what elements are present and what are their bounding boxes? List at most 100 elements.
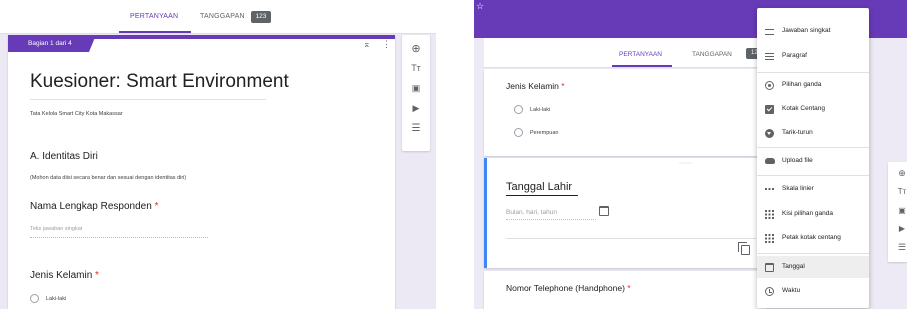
dropdown-icon: [764, 128, 775, 139]
menu-divider: [757, 253, 869, 254]
option-label[interactable]: Perempuan: [530, 130, 558, 136]
menu-item-dropdown[interactable]: Tarik-turun: [757, 122, 869, 144]
option-label[interactable]: Laki-laki: [530, 107, 550, 113]
add-question-icon[interactable]: ⊕: [888, 168, 907, 179]
question-title[interactable]: Nomor Telephone (Handphone): [506, 283, 625, 293]
required-mark: *: [95, 270, 99, 281]
required-mark: *: [627, 283, 631, 293]
menu-item-label: Kotak Centang: [782, 105, 826, 112]
question-card-birthdate[interactable]: ⋯⋯ Tanggal Lahir Bulan, hari, tahun: [484, 158, 767, 268]
menu-item-label: Petak kotak centang: [782, 234, 841, 241]
menu-item-multiple-choice[interactable]: Pilihan ganda: [757, 74, 869, 96]
responses-count-badge: 123: [251, 11, 271, 23]
radio-option[interactable]: [30, 294, 39, 303]
more-options-icon[interactable]: ⋮: [382, 39, 391, 50]
menu-item-label: Paragraf: [782, 52, 807, 59]
radio-option[interactable]: [514, 128, 523, 137]
menu-item-label: Tanggal: [782, 263, 805, 270]
menu-divider: [757, 147, 869, 148]
date-icon: [764, 262, 775, 273]
form-description[interactable]: Tata Kelola Smart City Kota Makassar: [30, 111, 123, 117]
add-video-icon[interactable]: ▶: [888, 224, 907, 233]
duplicate-icon[interactable]: [738, 242, 750, 255]
option-label[interactable]: Laki-laki: [46, 296, 66, 302]
question-name: Nama Lengkap Responden *: [30, 201, 158, 212]
form-card: Bagian 1 dari 4 ⌅ ⋮ Kuesioner: Smart Env…: [8, 35, 395, 309]
star-icon[interactable]: ☆: [476, 1, 484, 12]
left-tab-bar: PERTANYAAN TANGGAPAN 123: [0, 0, 436, 34]
linear-scale-icon: [764, 184, 775, 195]
question-title[interactable]: Tanggal Lahir: [506, 181, 572, 193]
radio-icon: [764, 80, 775, 91]
question-type-menu: Jawaban singkat Paragraf Pilihan ganda K…: [757, 8, 869, 308]
tab-responses[interactable]: TANGGAPAN: [692, 51, 732, 58]
menu-item-label: Upload file: [782, 157, 813, 164]
calendar-icon: [599, 206, 609, 216]
question-toolbar: ⊕ Tт ▣ ▶ ☰: [888, 162, 907, 262]
active-tab-indicator: [119, 31, 191, 33]
title-underline: [30, 99, 266, 100]
section-description[interactable]: (Mohon data diisi secara benar dan sesua…: [30, 175, 186, 181]
question-toolbar: ⊕ Tт ▣ ▶ ☰: [402, 35, 430, 151]
required-mark: *: [561, 81, 565, 91]
left-screenshot: PERTANYAAN TANGGAPAN 123 Bagian 1 dari 4…: [0, 0, 436, 309]
tab-questions[interactable]: PERTANYAAN: [619, 51, 662, 58]
question-title[interactable]: Jenis Kelamin: [30, 270, 92, 281]
add-title-icon[interactable]: Tт: [402, 63, 430, 73]
collapse-section-icon[interactable]: ⌅: [363, 39, 371, 50]
question-phone: Nomor Telephone (Handphone) *: [506, 283, 631, 293]
add-image-icon[interactable]: ▣: [402, 83, 430, 94]
menu-item-time[interactable]: Waktu: [757, 280, 869, 302]
menu-item-label: Tarik-turun: [782, 129, 813, 136]
active-question-bar: [484, 158, 487, 268]
menu-item-label: Waktu: [782, 287, 801, 294]
right-screenshot: ☆ PERTANYAAN TANGGAPAN 123 Jenis Kelamin…: [474, 0, 907, 309]
section-chip: Bagian 1 dari 4: [8, 35, 96, 52]
drag-handle-icon[interactable]: ⋯⋯: [679, 160, 693, 167]
card-divider: [506, 238, 756, 239]
menu-item-label: Kisi pilihan ganda: [782, 210, 833, 217]
add-question-icon[interactable]: ⊕: [402, 42, 430, 55]
radio-option[interactable]: [514, 105, 523, 114]
menu-item-multiple-choice-grid[interactable]: Kisi pilihan ganda: [757, 203, 869, 225]
active-tab-indicator: [612, 65, 672, 67]
question-gender: Jenis Kelamin *: [30, 270, 99, 281]
form-title[interactable]: Kuesioner: Smart Environment: [30, 71, 289, 93]
add-section-icon[interactable]: ☰: [402, 123, 430, 134]
menu-item-file-upload[interactable]: Upload file: [757, 150, 869, 172]
right-tab-bar: PERTANYAAN TANGGAPAN 123: [484, 38, 767, 68]
upload-icon: [764, 156, 775, 167]
menu-item-checkbox-grid[interactable]: Petak kotak centang: [757, 227, 869, 249]
question-card-phone[interactable]: Nomor Telephone (Handphone) *: [484, 271, 767, 309]
checkbox-grid-icon: [764, 233, 775, 244]
add-video-icon[interactable]: ▶: [402, 103, 430, 114]
short-answer-icon: [764, 26, 775, 37]
title-underline: [506, 195, 578, 196]
question-title[interactable]: Nama Lengkap Responden: [30, 201, 152, 212]
menu-item-date[interactable]: Tanggal: [757, 256, 869, 278]
date-line: [506, 219, 596, 220]
time-icon: [764, 286, 775, 297]
menu-item-linear-scale[interactable]: Skala linier: [757, 178, 869, 200]
menu-item-paragraph[interactable]: Paragraf: [757, 45, 869, 67]
question-title[interactable]: Jenis Kelamin: [506, 81, 559, 91]
checkbox-icon: [764, 104, 775, 115]
menu-item-label: Skala linier: [782, 185, 814, 192]
short-answer-placeholder: Teks jawaban singkat: [30, 226, 83, 232]
question-card-gender[interactable]: Jenis Kelamin * Laki-laki Perempuan: [484, 69, 767, 156]
menu-divider: [757, 72, 869, 73]
grid-icon: [764, 209, 775, 220]
tab-responses[interactable]: TANGGAPAN: [200, 13, 245, 20]
add-image-icon[interactable]: ▣: [888, 206, 907, 215]
short-answer-line: [30, 237, 208, 238]
add-section-icon[interactable]: ☰: [888, 242, 907, 253]
paragraph-icon: [764, 51, 775, 62]
menu-item-label: Jawaban singkat: [782, 27, 831, 34]
menu-item-checkboxes[interactable]: Kotak Centang: [757, 98, 869, 120]
question-gender: Jenis Kelamin *: [506, 81, 565, 91]
menu-item-short-answer[interactable]: Jawaban singkat: [757, 20, 869, 42]
section-title[interactable]: A. Identitas Diri: [30, 151, 98, 162]
menu-divider: [757, 175, 869, 176]
add-title-icon[interactable]: Tт: [888, 187, 907, 196]
tab-questions[interactable]: PERTANYAAN: [130, 13, 178, 20]
